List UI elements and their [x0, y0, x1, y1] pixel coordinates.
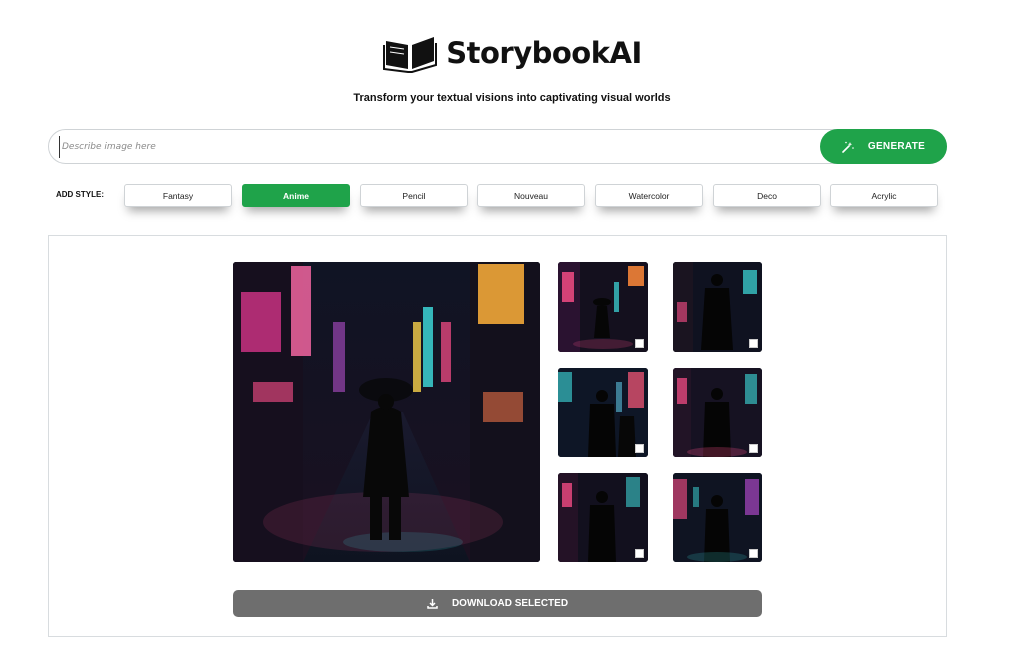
- tagline: Transform your textual visions into capt…: [353, 92, 671, 104]
- style-pencil-button[interactable]: Pencil: [360, 184, 468, 207]
- style-watercolor-button[interactable]: Watercolor: [595, 184, 703, 207]
- download-selected-button[interactable]: DOWNLOAD SELECTED: [233, 590, 762, 617]
- thumbnail-2-checkbox[interactable]: [749, 339, 758, 348]
- open-book-icon: [383, 37, 438, 73]
- thumbnail-3-checkbox[interactable]: [635, 444, 644, 453]
- thumbnail-2[interactable]: [673, 262, 762, 352]
- app-header: StorybookAI: [0, 28, 1024, 78]
- thumbnail-3[interactable]: [558, 368, 648, 457]
- style-nouveau-button[interactable]: Nouveau: [477, 184, 585, 207]
- neon-city-scene: [233, 262, 540, 562]
- brand-name: StorybookAI: [446, 36, 642, 70]
- style-label: ADD STYLE:: [56, 190, 104, 199]
- main-image[interactable]: [233, 262, 540, 562]
- thumbnail-4-checkbox[interactable]: [749, 444, 758, 453]
- prompt-bar: [48, 129, 947, 164]
- prompt-input[interactable]: [59, 136, 809, 158]
- thumbnail-5-checkbox[interactable]: [635, 549, 644, 558]
- download-label: DOWNLOAD SELECTED: [451, 598, 569, 609]
- style-acrylic-button[interactable]: Acrylic: [830, 184, 938, 207]
- style-fantasy-button[interactable]: Fantasy: [124, 184, 232, 207]
- generate-label: GENERATE: [867, 141, 926, 152]
- thumbnail-5[interactable]: [558, 473, 648, 562]
- magic-wand-icon: [842, 141, 854, 153]
- style-anime-button[interactable]: Anime: [242, 184, 350, 207]
- thumbnail-1-checkbox[interactable]: [635, 339, 644, 348]
- thumbnail-6[interactable]: [673, 473, 762, 562]
- style-deco-button[interactable]: Deco: [713, 184, 821, 207]
- thumbnail-6-checkbox[interactable]: [749, 549, 758, 558]
- thumbnail-1[interactable]: [558, 262, 648, 352]
- generate-button[interactable]: GENERATE: [820, 129, 947, 164]
- download-icon: [427, 599, 438, 609]
- thumbnail-4[interactable]: [673, 368, 762, 457]
